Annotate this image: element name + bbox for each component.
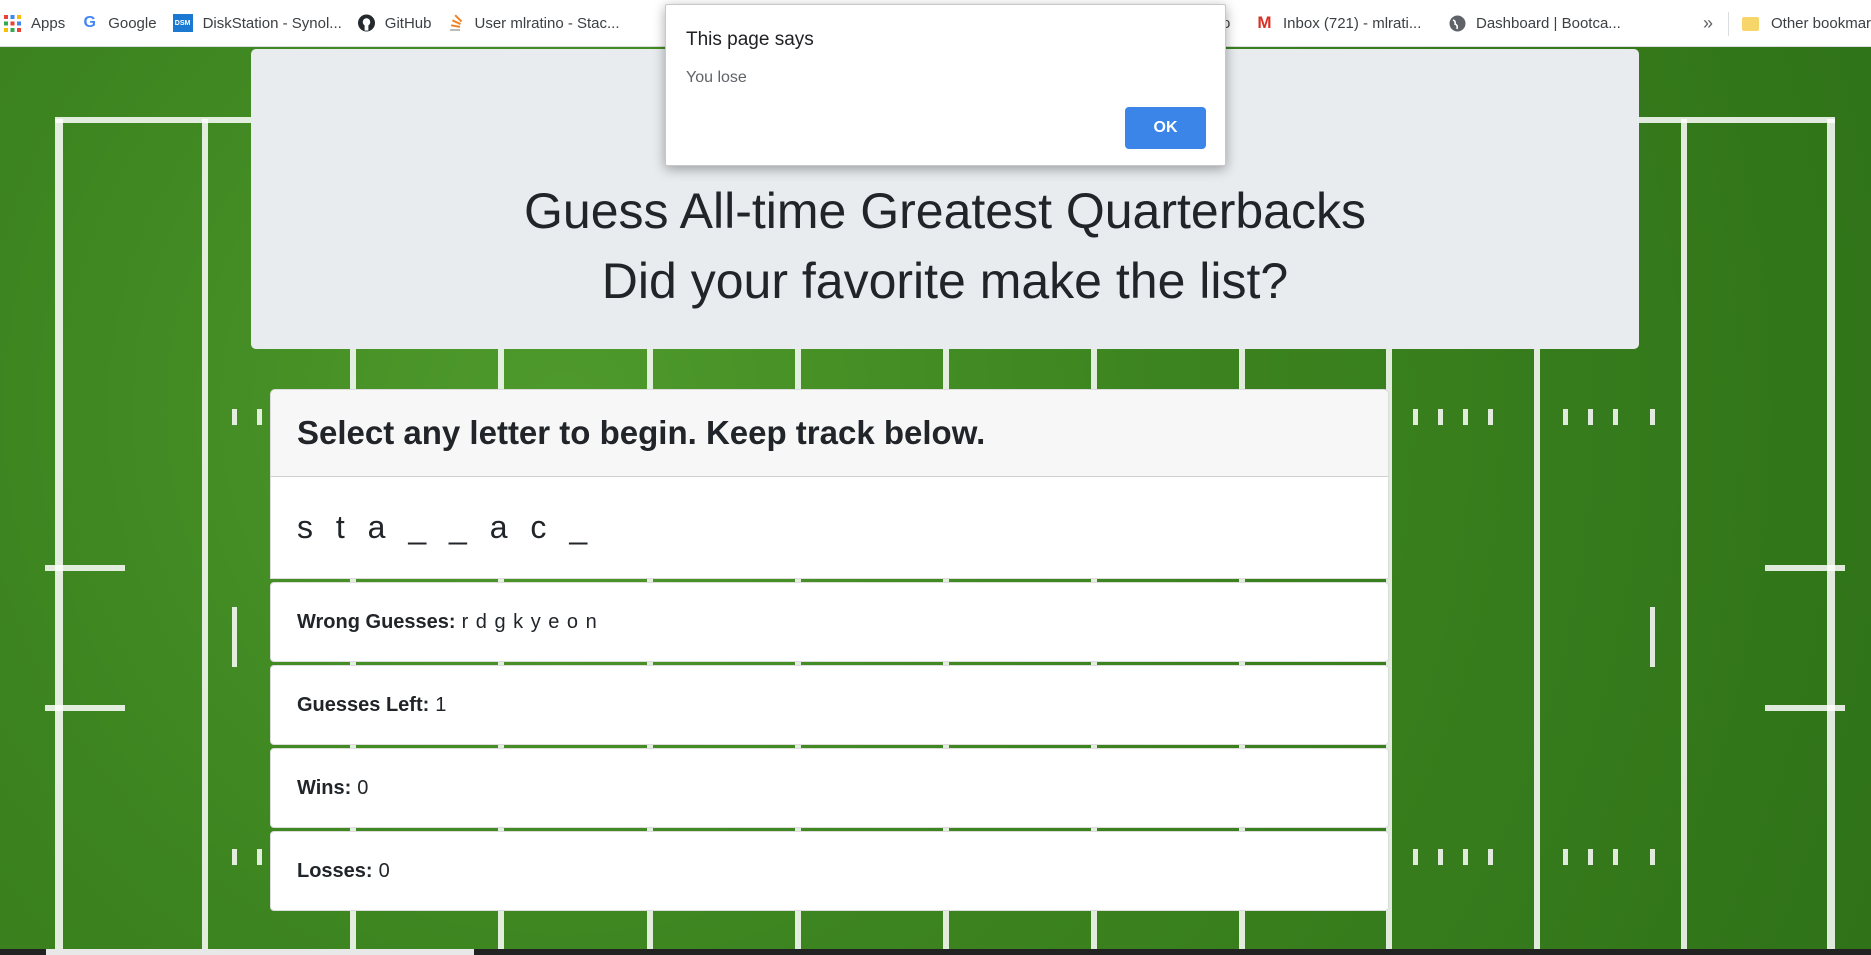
bookmark-diskstation[interactable]: DSM DiskStation - Synol... — [169, 0, 354, 47]
bookmark-google[interactable]: G Google — [77, 0, 168, 47]
bookmark-github[interactable]: GitHub — [354, 0, 444, 47]
wrong-guesses-item: Wrong Guesses: r d g k y e o n — [270, 582, 1389, 662]
wins-label: Wins: — [297, 776, 352, 799]
page-subtitle: Did your favorite make the list? — [601, 253, 1289, 309]
ok-button[interactable]: OK — [1125, 107, 1206, 149]
guesses-left-value: 1 — [435, 693, 448, 716]
apps-grid-icon — [4, 14, 21, 32]
wrong-guesses-label: Wrong Guesses: — [297, 610, 456, 633]
bookmark-label: User mlratino - Stac... — [474, 14, 620, 32]
current-word-display: s t a _ _ a c _ — [270, 477, 1389, 579]
bookmark-label: Apps — [31, 14, 66, 32]
google-icon: G — [83, 14, 96, 31]
wins-item: Wins: 0 — [270, 748, 1389, 828]
dialog-message: You lose — [686, 69, 747, 86]
gmail-icon: M — [1257, 13, 1272, 32]
github-icon — [357, 14, 375, 32]
globe-icon — [1449, 15, 1466, 32]
bottom-status-bar — [0, 949, 1871, 955]
guesses-left-item: Guesses Left: 1 — [270, 665, 1389, 745]
bookmarks-separator — [1728, 12, 1729, 36]
bookmark-apps[interactable]: Apps — [0, 0, 77, 47]
bookmark-stackoverflow[interactable]: User mlratino - Stac... — [443, 0, 631, 47]
card-header: Select any letter to begin. Keep track b… — [270, 389, 1389, 477]
download-shelf-item[interactable] — [46, 949, 474, 955]
folder-icon — [1742, 16, 1759, 31]
bookmark-label: Inbox (721) - mlrati... — [1283, 14, 1422, 32]
bookmarks-overflow-button[interactable]: » — [1703, 0, 1713, 47]
losses-label: Losses: — [297, 859, 373, 882]
bookmark-label: DiskStation - Synol... — [202, 14, 342, 32]
instructions-heading: Select any letter to begin. Keep track b… — [297, 414, 986, 451]
other-bookmarks-label: Other bookmar — [1771, 15, 1871, 32]
bookmark-label: Google — [108, 14, 157, 32]
alert-dialog: This page says You lose OK — [665, 4, 1226, 166]
stackoverflow-icon — [447, 14, 464, 32]
guesses-left-label: Guesses Left: — [297, 693, 430, 716]
losses-value: 0 — [378, 859, 391, 882]
bookmark-dashboard[interactable]: Dashboard | Bootca... — [1445, 0, 1633, 47]
bookmark-label: Dashboard | Bootca... — [1476, 14, 1621, 32]
dialog-title: This page says — [686, 29, 814, 50]
other-bookmarks[interactable]: Other bookmar — [1742, 0, 1871, 47]
dsm-icon: DSM — [172, 14, 193, 32]
bookmark-label: GitHub — [384, 14, 432, 32]
wins-value: 0 — [357, 776, 370, 799]
losses-item: Losses: 0 — [270, 831, 1389, 911]
wrong-guesses-value: r d g k y e o n — [461, 610, 598, 633]
page-title: Guess All-time Greatest Quarterbacks — [524, 183, 1366, 239]
game-card: Select any letter to begin. Keep track b… — [270, 389, 1389, 911]
bookmark-inbox[interactable]: M Inbox (721) - mlrati... — [1252, 0, 1433, 47]
